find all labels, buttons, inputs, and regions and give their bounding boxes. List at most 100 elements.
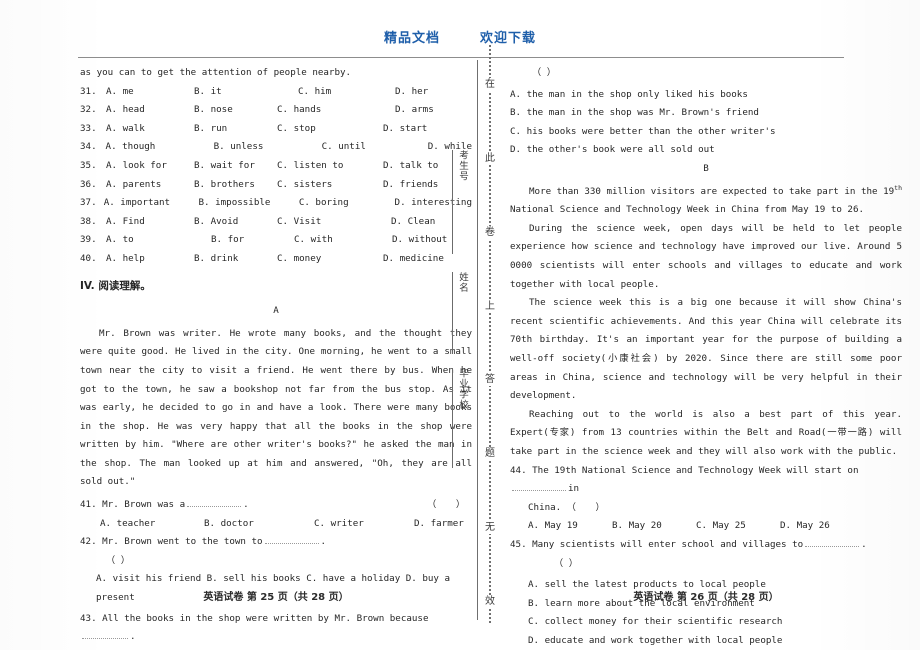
cloze-option-row: 35. A. look for B. wait for C. listen to… [80, 157, 472, 176]
write-in-rule [452, 272, 453, 350]
page-banner: 精品文档 欢迎下载 [0, 10, 920, 46]
seal-char-2: 卷 [485, 225, 495, 239]
question-number: 33. [80, 122, 97, 134]
option-c[interactable]: C. until [322, 138, 428, 157]
option-b[interactable]: B. run [194, 120, 277, 139]
seal-char-3: 上 [485, 299, 495, 313]
option-a[interactable]: A. look for [106, 157, 194, 176]
answer-blank[interactable] [805, 537, 860, 547]
option-c[interactable]: C. boring [299, 194, 395, 213]
option-d[interactable]: D. arms [395, 101, 434, 120]
option-d[interactable]: D. May 26 [780, 517, 830, 536]
ordinal-superscript: th [894, 183, 902, 192]
question-43-option-c[interactable]: C. his books were better than the other … [510, 123, 902, 142]
option-b[interactable]: B. doctor [204, 515, 314, 534]
answer-bracket-41[interactable]: （ ） [427, 496, 472, 515]
seal-char-4: 答 [485, 373, 495, 387]
option-b[interactable]: B. it [194, 83, 298, 102]
seal-char-0: 在 [485, 78, 495, 91]
option-a[interactable]: A. to [106, 231, 211, 250]
question-number: 31. [80, 85, 97, 97]
option-c[interactable]: C. with [294, 231, 392, 250]
answer-bracket-43[interactable]: （ ） [532, 64, 902, 83]
question-number: 39. [80, 234, 97, 246]
option-c[interactable]: C. Visit [277, 213, 391, 232]
option-a[interactable]: A. teacher [100, 515, 204, 534]
option-b[interactable]: B. Avoid [194, 213, 277, 232]
question-41-tail: . [243, 499, 249, 511]
option-b[interactable]: B. nose [194, 101, 277, 120]
answer-bracket-42[interactable]: （ ） [106, 552, 472, 571]
binding-solid-line [477, 60, 478, 620]
seal-notice-vertical-text: 在 此 卷 上 答 题 无 效 [482, 78, 498, 608]
question-number: 40. [80, 252, 97, 264]
banner-text-left: 精品文档 [383, 31, 440, 46]
question-45-option-c[interactable]: C. collect money for their scientific re… [528, 613, 902, 632]
option-d[interactable]: D. without [392, 231, 447, 250]
answer-blank[interactable] [187, 497, 242, 508]
option-c[interactable]: C. May 25 [696, 517, 780, 536]
option-d[interactable]: D. medicine [383, 250, 444, 269]
student-field-exam-number[interactable]: 考生号 [452, 150, 469, 254]
option-c[interactable]: C. sisters [277, 176, 383, 195]
option-c[interactable]: C. writer [314, 515, 414, 534]
student-field-school[interactable]: 毕业学校 [452, 368, 469, 468]
option-a[interactable]: A. me [106, 83, 194, 102]
answer-bracket-45[interactable]: （ ） [554, 555, 902, 574]
cloze-option-row: 34. A. though B. unless C. until D. whil… [80, 138, 472, 157]
option-b[interactable]: B. impossible [199, 194, 299, 213]
option-a[interactable]: A. though [106, 138, 214, 157]
option-a[interactable]: A. help [106, 250, 194, 269]
cloze-option-row: 38. A. Find B. Avoid C. Visit D. Clean [80, 213, 472, 232]
student-field-label: 姓名 [457, 272, 468, 293]
answer-bracket-44[interactable]: （ ） [567, 502, 612, 513]
question-43-option-b[interactable]: B. the man in the shop was Mr. Brown's f… [510, 104, 902, 123]
question-43-option-d[interactable]: D. the other's book were all sold out [510, 141, 902, 160]
cloze-option-row: 36. A. parents B. brothers C. sisters D.… [80, 176, 472, 195]
question-number: 35. [80, 159, 97, 171]
passage-b-p1-post: National Science and Technology Week in … [510, 204, 865, 216]
write-in-rule [452, 368, 453, 468]
question-41-text: 41. Mr. Brown was a [80, 499, 186, 511]
option-d[interactable]: D. talk to [383, 157, 438, 176]
cloze-continuation-line: as you can to get the attention of peopl… [80, 67, 352, 78]
option-c[interactable]: C. listen to [277, 157, 383, 176]
question-43-option-a[interactable]: A. the man in the shop only liked his bo… [510, 86, 902, 105]
option-b[interactable]: B. wait for [194, 157, 277, 176]
option-d[interactable]: D. her [395, 83, 428, 102]
answer-blank[interactable] [264, 534, 319, 545]
option-b[interactable]: B. unless [214, 138, 322, 157]
question-42-options-line1[interactable]: A. visit his friend B. sell his books C.… [96, 570, 472, 589]
section-heading-reading: IV. 阅读理解。 [80, 279, 151, 292]
option-c[interactable]: C. stop [277, 120, 383, 139]
option-d[interactable]: D. Clean [391, 213, 435, 232]
question-42-stem: 42. Mr. Brown went to the town to. [80, 533, 472, 552]
option-c[interactable]: C. him [298, 83, 395, 102]
option-a[interactable]: A. May 19 [528, 517, 612, 536]
option-d[interactable]: D. start [383, 120, 427, 139]
student-field-name[interactable]: 姓名 [452, 272, 469, 350]
question-45-option-d[interactable]: D. educate and work together with local … [528, 632, 902, 650]
option-a[interactable]: A. walk [106, 120, 194, 139]
student-field-label: 考生号 [457, 150, 468, 182]
option-d[interactable]: D. friends [383, 176, 438, 195]
page-footer-right: 英语试卷 第 26 页（共 28 页） [633, 592, 779, 603]
option-b[interactable]: B. brothers [194, 176, 277, 195]
option-a[interactable]: A. parents [106, 176, 194, 195]
answer-blank[interactable] [82, 629, 128, 640]
horizontal-rule [78, 57, 844, 58]
option-a[interactable]: A. important [104, 194, 199, 213]
seal-char-1: 此 [485, 151, 495, 165]
option-c[interactable]: C. money [277, 250, 383, 269]
answer-blank[interactable] [512, 481, 566, 492]
option-b[interactable]: B. for [211, 231, 294, 250]
question-44-country: China. [528, 501, 562, 513]
option-c[interactable]: C. hands [277, 101, 395, 120]
option-d[interactable]: D. farmer [414, 515, 464, 534]
option-b[interactable]: B. drink [194, 250, 277, 269]
question-number: 38. [80, 215, 97, 227]
option-a[interactable]: A. head [106, 101, 194, 120]
passage-b-p1-pre: More than 330 million visitors are expec… [529, 185, 895, 197]
option-b[interactable]: B. May 20 [612, 517, 696, 536]
option-a[interactable]: A. Find [106, 213, 194, 232]
